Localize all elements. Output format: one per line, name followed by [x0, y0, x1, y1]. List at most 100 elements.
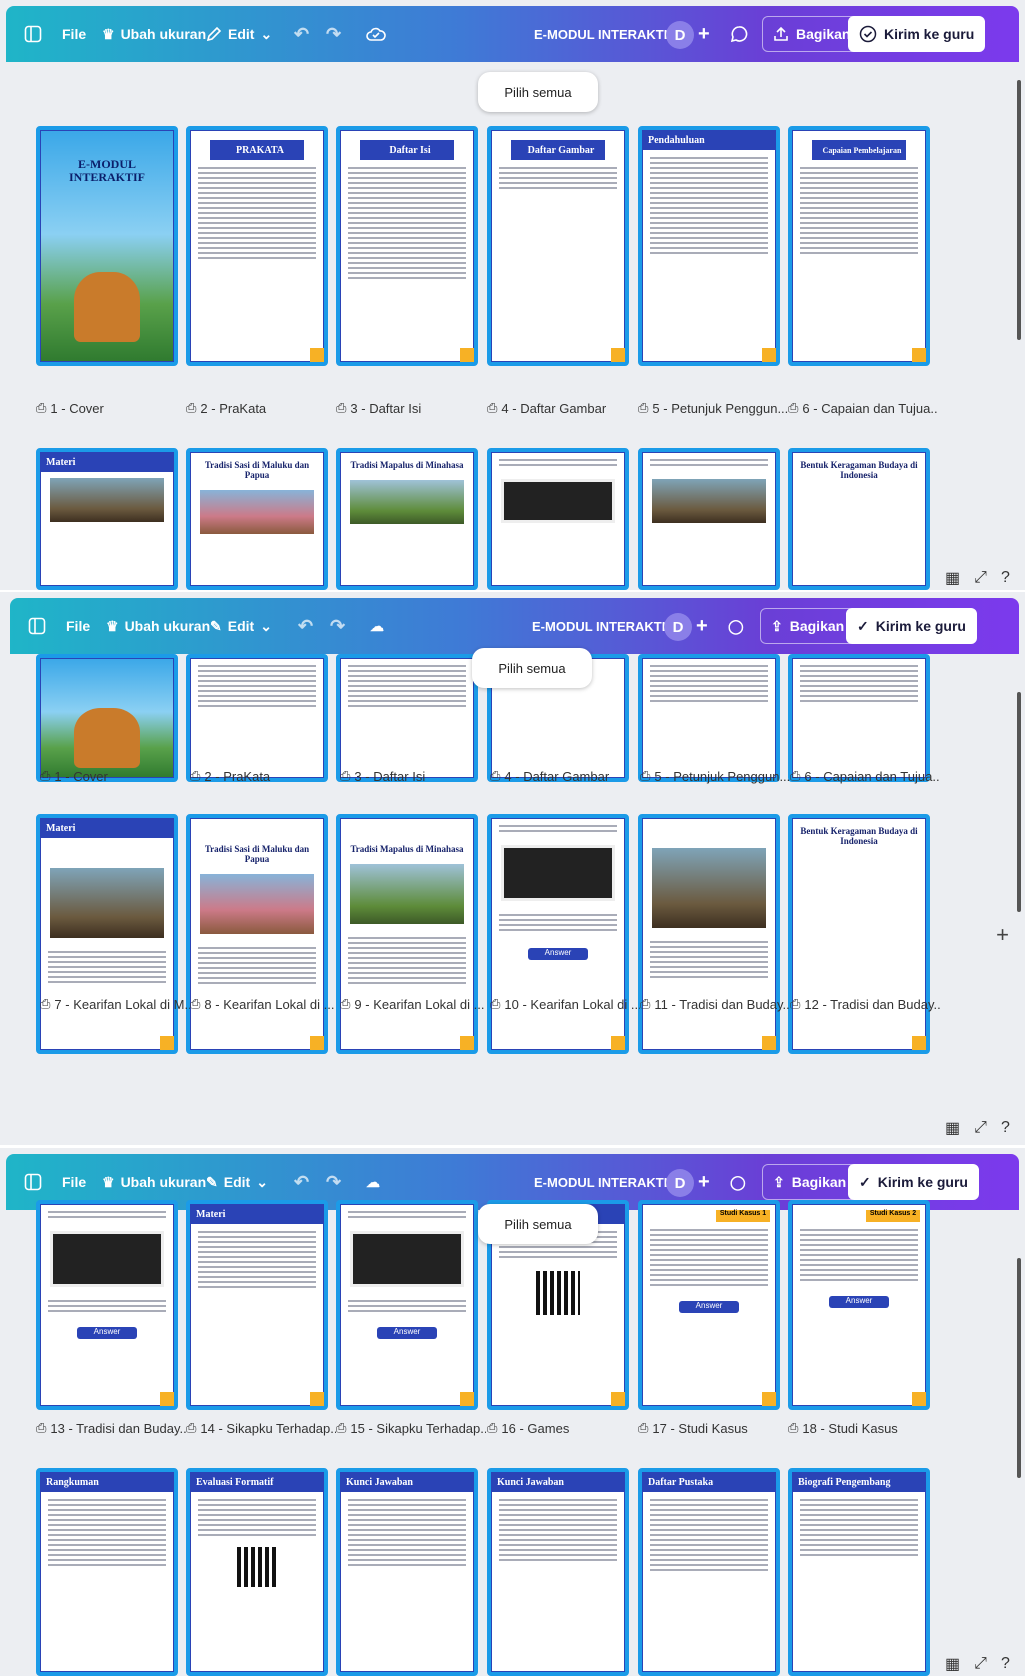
page-label-7[interactable]: ⎙ 7 - Kearifan Lokal di M... — [40, 996, 190, 1012]
share-button[interactable]: Bagikan — [762, 16, 862, 52]
page-thumbnail-15[interactable]: Answer — [336, 1200, 478, 1410]
page-thumbnail-11[interactable] — [638, 448, 780, 590]
page-thumbnail-3[interactable] — [336, 654, 478, 782]
page-thumbnail-11[interactable] — [638, 814, 780, 1054]
comment-icon[interactable]: ◯ — [728, 598, 744, 654]
expand-icon[interactable]: ⤢ — [974, 1119, 987, 1137]
page-thumbnail-7[interactable]: Materi — [36, 448, 178, 590]
page-label-12[interactable]: ⎙ 12 - Tradisi dan Buday... — [790, 996, 940, 1012]
scrollbar[interactable] — [1017, 1258, 1021, 1478]
help-icon[interactable]: ? — [1001, 1655, 1010, 1673]
page-thumbnail-23[interactable]: Daftar Pustaka — [638, 1468, 780, 1676]
expand-icon[interactable]: ⤢ — [974, 1655, 987, 1673]
page-label-18[interactable]: ⎙ 18 - Studi Kasus — [788, 1420, 938, 1436]
page-thumbnail-20[interactable]: Evaluasi Formatif — [186, 1468, 328, 1676]
help-icon[interactable]: ? — [1001, 569, 1010, 587]
share-button[interactable]: ⇪ Bagikan — [760, 608, 856, 644]
page-label-14[interactable]: ⎙ 14 - Sikapku Terhadap... — [186, 1420, 336, 1436]
select-all-button[interactable]: Pilih semua — [478, 72, 598, 112]
send-to-teacher-button[interactable]: ✓ Kirim ke guru — [846, 608, 977, 644]
page-label-3[interactable]: ⎙ 3 - Daftar Isi — [340, 768, 490, 784]
page-thumbnail-17[interactable]: Studi Kasus 1 Answer — [638, 1200, 780, 1410]
page-thumbnail-2[interactable] — [186, 654, 328, 782]
scrollbar[interactable] — [1017, 80, 1021, 340]
redo-icon[interactable]: ↷ — [330, 598, 345, 654]
grid-icon[interactable]: ▦ — [945, 568, 960, 588]
answer-button[interactable]: Answer — [528, 948, 588, 960]
page-thumbnail-12[interactable]: Bentuk Keragaman Budaya di Indonesia — [788, 814, 930, 1054]
select-all-button[interactable]: Pilih semua — [478, 1204, 598, 1244]
page-thumbnail-6[interactable] — [788, 654, 930, 782]
page-thumbnail-22[interactable]: Kunci Jawaban — [487, 1468, 629, 1676]
page-label-6[interactable]: ⎙ 6 - Capaian dan Tujua... — [790, 768, 940, 784]
page-label-4[interactable]: ⎙ 4 - Daftar Gambar — [490, 768, 640, 784]
select-all-button[interactable]: Pilih semua — [472, 648, 592, 688]
project-title[interactable]: E-MODUL INTERAKTIF — [534, 6, 675, 62]
answer-button[interactable]: Answer — [77, 1327, 137, 1339]
cloud-check-icon[interactable]: ☁ — [370, 598, 384, 654]
page-thumbnail-9[interactable]: Tradisi Mapalus di Minahasa — [336, 448, 478, 590]
page-thumbnail-3[interactable]: Daftar Isi — [336, 126, 478, 366]
page-thumbnail-1[interactable] — [36, 654, 178, 782]
edit-menu[interactable]: ✎ Edit ⌄ — [210, 598, 272, 654]
page-thumbnail-12[interactable]: Bentuk Keragaman Budaya di Indonesia — [788, 448, 930, 590]
page-label-3[interactable]: ⎙ 3 - Daftar Isi — [336, 400, 486, 416]
answer-button[interactable]: Answer — [829, 1296, 889, 1308]
page-thumbnail-6[interactable]: Capaian Pembelajaran — [788, 126, 930, 366]
page-label-1[interactable]: ⎙ 1 - Cover — [36, 400, 186, 416]
plus-icon[interactable]: + — [696, 598, 708, 654]
page-label-5[interactable]: ⎙ 5 - Petunjuk Penggun... — [638, 400, 788, 416]
page-label-2[interactable]: ⎙ 2 - PraKata — [190, 768, 340, 784]
page-label-4[interactable]: ⎙ 4 - Daftar Gambar — [487, 400, 637, 416]
page-thumbnail-8[interactable]: Tradisi Sasi di Maluku dan Papua — [186, 814, 328, 1054]
sidebar-toggle-icon[interactable] — [28, 598, 46, 654]
expand-icon[interactable]: ⤢ — [974, 569, 987, 587]
page-thumbnail-1[interactable]: E-MODUL INTERAKTIF — [36, 126, 178, 366]
page-thumbnail-13[interactable]: Answer — [36, 1200, 178, 1410]
scrollbar[interactable] — [1017, 692, 1021, 912]
page-label-9[interactable]: ⎙ 9 - Kearifan Lokal di ... — [340, 996, 490, 1012]
page-label-1[interactable]: ⎙ 1 - Cover — [40, 768, 190, 784]
undo-icon[interactable]: ↶ — [298, 598, 313, 654]
project-title[interactable]: E-MODUL INTERAKTIF — [532, 598, 673, 654]
cloud-check-icon[interactable] — [366, 6, 386, 62]
page-label-11[interactable]: ⎙ 11 - Tradisi dan Buday... — [640, 996, 790, 1012]
page-thumbnail-2[interactable]: PRAKATA — [186, 126, 328, 366]
file-menu[interactable]: File — [62, 6, 86, 62]
avatar[interactable]: D — [664, 613, 692, 641]
answer-button[interactable]: Answer — [377, 1327, 437, 1339]
page-label-8[interactable]: ⎙ 8 - Kearifan Lokal di ... — [190, 996, 340, 1012]
send-to-teacher-button[interactable]: ✓ Kirim ke guru — [848, 1164, 979, 1200]
page-thumbnail-18[interactable]: Studi Kasus 2 Answer — [788, 1200, 930, 1410]
page-label-15[interactable]: ⎙ 15 - Sikapku Terhadap... — [336, 1420, 486, 1436]
page-thumbnail-21[interactable]: Kunci Jawaban — [336, 1468, 478, 1676]
page-label-13[interactable]: ⎙ 13 - Tradisi dan Buday... — [36, 1420, 186, 1436]
share-button[interactable]: ⇪ Bagikan — [762, 1164, 858, 1200]
page-thumbnail-24[interactable]: Biografi Pengembang — [788, 1468, 930, 1676]
grid-icon[interactable]: ▦ — [945, 1654, 960, 1674]
avatar[interactable]: D — [666, 1169, 694, 1197]
undo-icon[interactable]: ↶ — [294, 6, 309, 62]
help-icon[interactable]: ? — [1001, 1119, 1010, 1137]
send-to-teacher-button[interactable]: Kirim ke guru — [848, 16, 986, 52]
grid-icon[interactable]: ▦ — [945, 1118, 960, 1138]
page-thumbnail-4[interactable]: Daftar Gambar — [487, 126, 629, 366]
avatar[interactable]: D — [666, 21, 694, 49]
page-label-2[interactable]: ⎙ 2 - PraKata — [186, 400, 336, 416]
page-thumbnail-9[interactable]: Tradisi Mapalus di Minahasa — [336, 814, 478, 1054]
page-thumbnail-5[interactable] — [638, 654, 780, 782]
page-thumbnail-7[interactable]: Materi — [36, 814, 178, 1054]
file-menu[interactable]: File — [66, 598, 90, 654]
sidebar-toggle-icon[interactable] — [24, 6, 42, 62]
page-thumbnail-19[interactable]: Rangkuman — [36, 1468, 178, 1676]
page-label-5[interactable]: ⎙ 5 - Petunjuk Penggun... — [640, 768, 790, 784]
resize-button[interactable]: ♛ Ubah ukuran — [102, 6, 206, 62]
page-label-6[interactable]: ⎙ 6 - Capaian dan Tujua... — [788, 400, 938, 416]
redo-icon[interactable]: ↷ — [326, 6, 341, 62]
resize-button[interactable]: ♛ Ubah ukuran — [106, 598, 210, 654]
page-thumbnail-8[interactable]: Tradisi Sasi di Maluku dan Papua — [186, 448, 328, 590]
page-thumbnail-14[interactable]: Materi — [186, 1200, 328, 1410]
comment-icon[interactable] — [730, 6, 748, 62]
page-thumbnail-10[interactable]: Answer — [487, 814, 629, 1054]
page-thumbnail-5[interactable]: Pendahuluan — [638, 126, 780, 366]
